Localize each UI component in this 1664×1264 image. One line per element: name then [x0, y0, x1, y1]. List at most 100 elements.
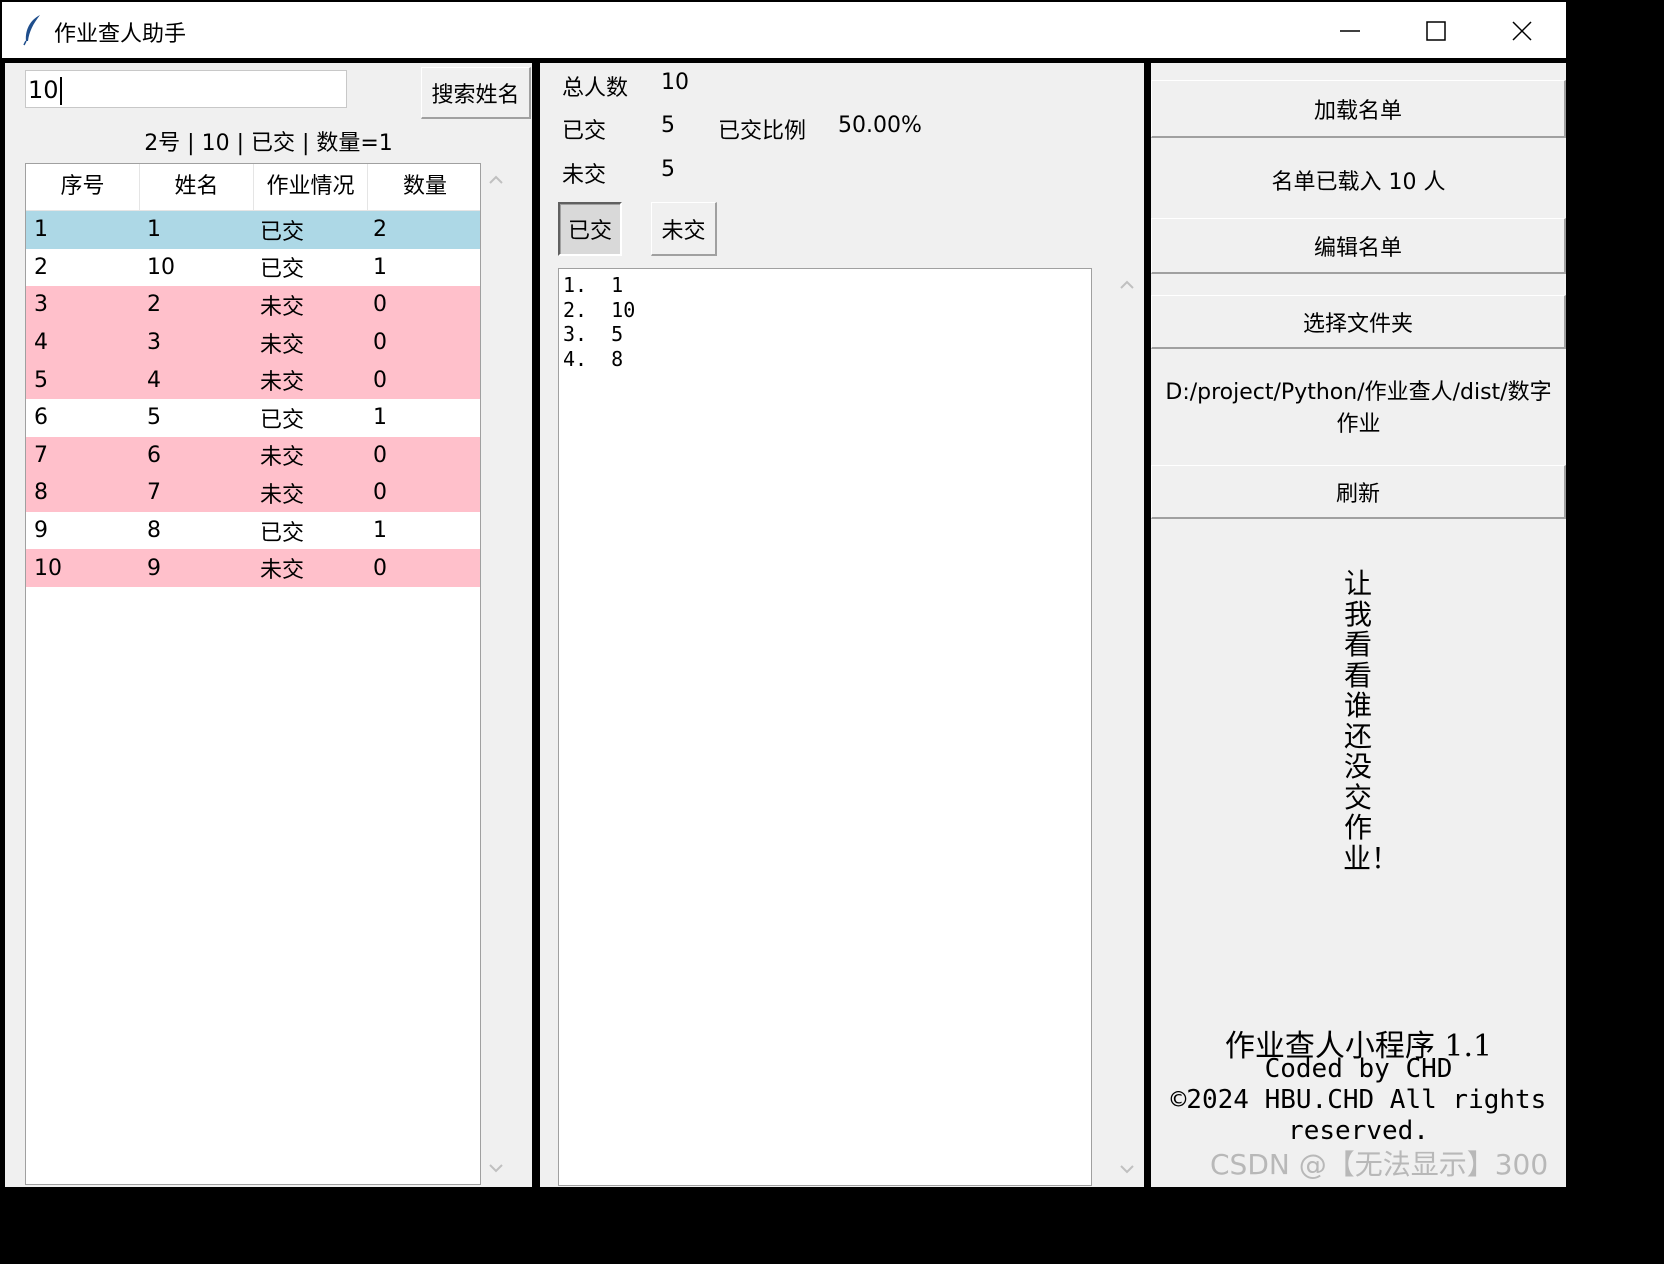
table-row[interactable]: 8 7 未交 0: [26, 474, 480, 512]
cell-count: 2: [373, 217, 387, 243]
cell-count: 0: [373, 330, 387, 356]
cell-number: 1: [34, 217, 48, 243]
minimize-icon: [1340, 30, 1360, 32]
table-row[interactable]: 3 2 未交 0: [26, 286, 480, 324]
maximize-button[interactable]: [1404, 8, 1468, 54]
app-window: 作业查人助手 10 搜索姓名 2号 | 10 | 已交 | 数量=1 序号 姓名…: [0, 0, 1568, 1191]
middle-panel: 总人数 10 已交 5 已交比例 50.00% 未交 5 已交 未交 1. 12…: [540, 63, 1144, 1187]
cell-name: 7: [147, 480, 161, 506]
ratio-label: 已交比例: [718, 119, 807, 144]
watermark: CSDN @【无法显示】300: [1210, 1148, 1549, 1181]
cell-name: 3: [147, 330, 161, 356]
cell-status: 未交: [260, 445, 305, 471]
table-row[interactable]: 7 6 未交 0: [26, 436, 480, 475]
cell-status: 未交: [260, 558, 305, 584]
cell-count: 0: [373, 555, 387, 581]
total-label: 总人数: [562, 76, 629, 101]
submitted-label: 已交: [562, 119, 607, 144]
table-row[interactable]: 9 8 已交 1: [26, 511, 480, 550]
feather-icon: [23, 15, 40, 46]
cell-status: 已交: [260, 520, 305, 546]
cell-name: 1: [147, 217, 161, 243]
scroll-up-icon[interactable]: [1118, 278, 1136, 292]
name-listbox[interactable]: 1. 1 2. 10 3. 5 4. 8: [558, 268, 1092, 1186]
total-value: 10: [661, 70, 689, 95]
scroll-down-icon[interactable]: [1118, 1162, 1136, 1176]
search-input[interactable]: 10: [25, 70, 347, 108]
submitted-value: 5: [661, 113, 675, 138]
folder-path: D:/project/Python/作业查人/dist/数字作业: [1165, 380, 1552, 437]
cell-count: 0: [373, 442, 387, 468]
close-button[interactable]: [1490, 8, 1554, 54]
list-item[interactable]: 4. 8: [563, 347, 1087, 372]
column-header-name[interactable]: 姓名: [140, 164, 254, 210]
cell-status: 未交: [260, 332, 305, 358]
list-item[interactable]: 3. 5: [563, 322, 1087, 347]
cell-name: 2: [147, 292, 161, 318]
unsubmitted-value: 5: [661, 157, 675, 182]
footer-copyright: ©2024 HBU.CHD All rights reserved.: [1170, 1085, 1547, 1146]
table-header: 序号 姓名 作业情况 数量: [26, 164, 480, 211]
cell-number: 5: [34, 367, 48, 393]
list-item[interactable]: 1. 1: [563, 273, 1087, 298]
cell-status: 未交: [260, 294, 305, 320]
minimize-button[interactable]: [1318, 8, 1382, 54]
cell-status: 已交: [260, 219, 305, 245]
table-row[interactable]: 2 10 已交 1: [26, 248, 480, 287]
cell-count: 1: [373, 254, 387, 280]
table-body: 1 1 已交 2 2 10 已交 1 3 2 未交 0 4 3 未交 0 5 4 未交 0 6 5 已交 1 7 6 未交 0 8 7 未交…: [26, 211, 480, 587]
search-input-value: 10: [28, 76, 59, 104]
cell-count: 0: [373, 292, 387, 318]
right-panel: 加载名单 名单已载入 10 人 编辑名单 选择文件夹 D:/project/Py…: [1151, 63, 1566, 1187]
edit-list-button[interactable]: 编辑名单: [1151, 218, 1566, 274]
cell-name: 4: [147, 367, 161, 393]
window-title: 作业查人助手: [54, 22, 187, 47]
cell-count: 0: [373, 480, 387, 506]
column-header-count[interactable]: 数量: [368, 164, 482, 210]
column-header-number[interactable]: 序号: [26, 164, 140, 210]
cell-count: 0: [373, 367, 387, 393]
refresh-button[interactable]: 刷新: [1151, 465, 1566, 519]
cell-number: 8: [34, 480, 48, 506]
cell-count: 1: [373, 518, 387, 544]
load-list-button[interactable]: 加载名单: [1151, 80, 1566, 138]
unsubmitted-label: 未交: [562, 163, 607, 188]
list-item[interactable]: 2. 10: [563, 298, 1087, 323]
select-folder-button[interactable]: 选择文件夹: [1151, 295, 1566, 349]
column-header-status[interactable]: 作业情况: [254, 164, 368, 210]
search-name-button[interactable]: 搜索姓名: [421, 67, 531, 119]
table-row[interactable]: 6 5 已交 1: [26, 398, 480, 437]
table-row[interactable]: 5 4 未交 0: [26, 361, 480, 399]
cell-status: 未交: [260, 370, 305, 396]
table-row[interactable]: 10 9 未交 0: [26, 549, 480, 587]
cell-number: 7: [34, 442, 48, 468]
cell-name: 8: [147, 518, 161, 544]
show-unsubmitted-toggle[interactable]: 未交: [651, 202, 717, 256]
slogan-vertical-text: 让我看看谁还没交作业！: [1343, 567, 1400, 875]
student-table[interactable]: 序号 姓名 作业情况 数量 1 1 已交 2 2 10 已交 1 3 2 未交 0 4 3 未交 0 5 4 未交 0…: [25, 163, 481, 1185]
scroll-down-icon[interactable]: [487, 1161, 505, 1175]
maximize-icon: [1426, 21, 1446, 41]
title-bar: 作业查人助手: [2, 2, 1566, 58]
cell-status: 已交: [260, 257, 305, 283]
table-scrollbar[interactable]: [483, 163, 509, 1185]
scroll-up-icon[interactable]: [487, 173, 505, 187]
loaded-status: 名单已载入 10 人: [1271, 170, 1446, 195]
table-row[interactable]: 4 3 未交 0: [26, 323, 480, 362]
cell-number: 6: [34, 405, 48, 431]
footer-author: Coded by CHD: [1264, 1054, 1453, 1084]
show-submitted-toggle[interactable]: 已交: [558, 202, 622, 256]
cell-number: 10: [34, 555, 62, 581]
cell-status: 未交: [260, 482, 305, 508]
ratio-value: 50.00%: [838, 113, 922, 138]
listbox-scrollbar[interactable]: [1114, 268, 1140, 1186]
cell-number: 2: [34, 254, 48, 280]
text-caret: [59, 77, 62, 105]
cell-name: 9: [147, 555, 161, 581]
left-panel: 10 搜索姓名 2号 | 10 | 已交 | 数量=1 序号 姓名 作业情况 数…: [5, 63, 532, 1187]
cell-status: 已交: [260, 407, 305, 433]
table-row[interactable]: 1 1 已交 2: [26, 211, 480, 249]
cell-number: 4: [34, 330, 48, 356]
cell-number: 3: [34, 292, 48, 318]
search-result: 2号 | 10 | 已交 | 数量=1: [144, 131, 393, 156]
